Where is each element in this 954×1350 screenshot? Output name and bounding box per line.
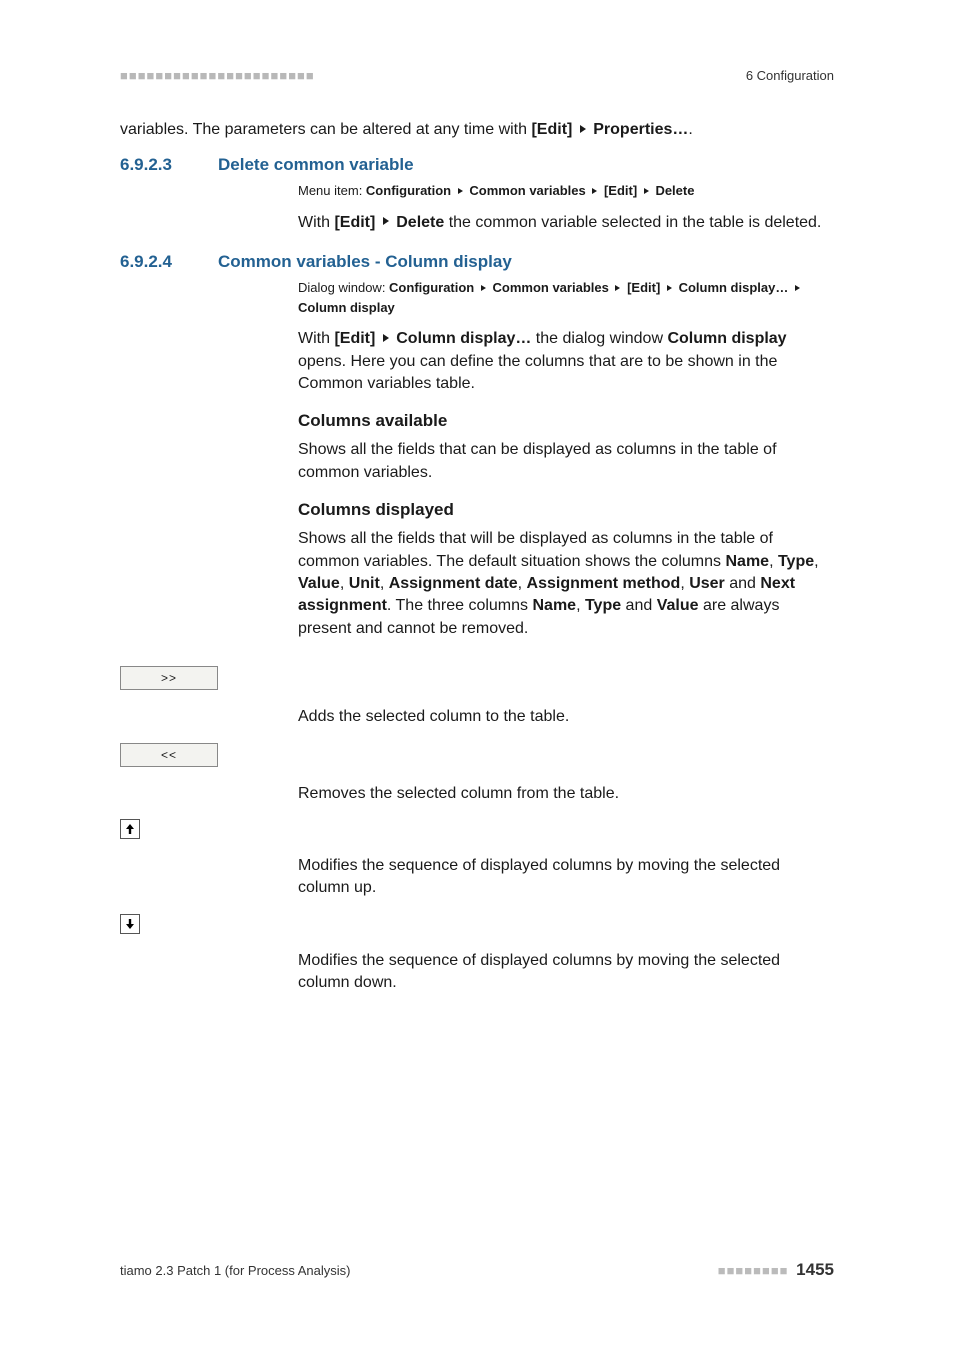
- header-decoration-left: ■■■■■■■■■■■■■■■■■■■■■■: [120, 68, 315, 83]
- columns-displayed-body: Shows all the fields that will be displa…: [298, 528, 834, 640]
- add-column-button[interactable]: >>: [120, 666, 218, 690]
- move-down-action: Modifies the sequence of displayed colum…: [120, 906, 834, 995]
- page-number: 1455: [796, 1260, 834, 1279]
- menu-prefix: Menu item:: [298, 183, 366, 198]
- triangle-icon: [615, 285, 620, 291]
- properties-label: Properties…: [593, 121, 688, 138]
- sep: ,: [576, 597, 585, 614]
- sep: ,: [814, 553, 818, 570]
- edit-label: [Edit]: [334, 330, 375, 347]
- menu-part: Common variables: [493, 280, 609, 295]
- section-heading-row: 6.9.2.3 Delete common variable: [120, 155, 834, 175]
- sep: ,: [340, 575, 349, 592]
- menu-part: [Edit]: [627, 280, 660, 295]
- column-display-window: Column display: [667, 330, 786, 347]
- menu-part: Column display…: [679, 280, 789, 295]
- triangle-icon: [795, 285, 800, 291]
- triangle-icon: [458, 188, 463, 194]
- text: opens. Here you can define the columns t…: [298, 353, 777, 392]
- menu-part: [Edit]: [604, 183, 637, 198]
- col-name: Value: [298, 575, 340, 592]
- sep: ,: [518, 575, 527, 592]
- add-column-action: >> Adds the selected column to the table…: [120, 658, 834, 728]
- triangle-icon: [481, 285, 486, 291]
- col-name: Value: [657, 597, 699, 614]
- dialog-path: Dialog window: Configuration Common vari…: [298, 278, 834, 318]
- menu-prefix: Dialog window:: [298, 280, 389, 295]
- section-6-9-2-3: 6.9.2.3 Delete common variable Menu item…: [120, 155, 834, 234]
- column-display-label: Column display…: [396, 330, 531, 347]
- delete-label: Delete: [396, 214, 444, 231]
- move-up-description: Modifies the sequence of displayed colum…: [298, 855, 834, 900]
- col-name: Assignment date: [389, 575, 518, 592]
- footer-right: ■■■■■■■■ 1455: [718, 1260, 834, 1280]
- section-title: Common variables - Column display: [218, 252, 512, 272]
- text: With: [298, 214, 334, 231]
- columns-displayed-heading: Columns displayed: [298, 500, 834, 520]
- col-name: Unit: [349, 575, 380, 592]
- columns-available-body: Shows all the fields that can be display…: [298, 439, 834, 484]
- menu-part: Column display: [298, 300, 395, 315]
- col-name: User: [689, 575, 725, 592]
- col-name: Name: [725, 553, 769, 570]
- intro-paragraph: variables. The parameters can be altered…: [120, 119, 834, 141]
- text: the dialog window: [531, 330, 667, 347]
- sep: ,: [680, 575, 689, 592]
- triangle-icon: [383, 334, 389, 342]
- sep: and: [621, 597, 657, 614]
- col-name: Name: [532, 597, 576, 614]
- section-heading-row: 6.9.2.4 Common variables - Column displa…: [120, 252, 834, 272]
- remove-column-action: << Removes the selected column from the …: [120, 735, 834, 805]
- content-area: variables. The parameters can be altered…: [120, 119, 834, 994]
- page: ■■■■■■■■■■■■■■■■■■■■■■ 6 Configuration v…: [0, 0, 954, 1350]
- sep: and: [725, 575, 761, 592]
- section-title: Delete common variable: [218, 155, 414, 175]
- edit-label: [Edit]: [531, 121, 572, 138]
- move-down-button[interactable]: [120, 914, 140, 934]
- arrow-down-icon: [124, 918, 136, 930]
- triangle-icon: [592, 188, 597, 194]
- section-number: 6.9.2.3: [120, 155, 218, 175]
- col-name: Type: [585, 597, 621, 614]
- columns-available-heading: Columns available: [298, 411, 834, 431]
- triangle-icon: [644, 188, 649, 194]
- menu-part: Configuration: [389, 280, 474, 295]
- triangle-icon: [580, 125, 586, 133]
- section-6-9-2-4: 6.9.2.4 Common variables - Column displa…: [120, 252, 834, 640]
- triangle-icon: [667, 285, 672, 291]
- footer-decoration: ■■■■■■■■: [718, 1263, 789, 1278]
- menu-part: Configuration: [366, 183, 451, 198]
- triangle-icon: [383, 217, 389, 225]
- sep: ,: [769, 553, 778, 570]
- section-paragraph: With [Edit] Delete the common variable s…: [298, 212, 834, 234]
- footer-product: tiamo 2.3 Patch 1 (for Process Analysis): [120, 1263, 350, 1278]
- text: the common variable selected in the tabl…: [444, 214, 821, 231]
- sep: ,: [380, 575, 389, 592]
- text: . The three columns: [387, 597, 533, 614]
- menu-path: Menu item: Configuration Common variable…: [298, 181, 834, 201]
- section-paragraph: With [Edit] Column display… the dialog w…: [298, 328, 834, 395]
- col-name: Assignment method: [527, 575, 681, 592]
- text: variables. The parameters can be altered…: [120, 121, 531, 138]
- add-column-description: Adds the selected column to the table.: [298, 706, 834, 728]
- text: With: [298, 330, 334, 347]
- remove-column-description: Removes the selected column from the tab…: [298, 783, 834, 805]
- menu-part: Delete: [655, 183, 694, 198]
- page-footer: tiamo 2.3 Patch 1 (for Process Analysis)…: [120, 1260, 834, 1280]
- move-up-button[interactable]: [120, 819, 140, 839]
- remove-column-button[interactable]: <<: [120, 743, 218, 767]
- move-up-action: Modifies the sequence of displayed colum…: [120, 811, 834, 900]
- section-number: 6.9.2.4: [120, 252, 218, 272]
- text: Shows all the fields that will be displa…: [298, 530, 773, 569]
- move-down-description: Modifies the sequence of displayed colum…: [298, 950, 834, 995]
- edit-label: [Edit]: [334, 214, 375, 231]
- arrow-up-icon: [124, 823, 136, 835]
- menu-part: Common variables: [469, 183, 585, 198]
- header-chapter: 6 Configuration: [746, 68, 834, 83]
- text: .: [688, 121, 692, 138]
- col-name: Type: [778, 553, 814, 570]
- page-header: ■■■■■■■■■■■■■■■■■■■■■■ 6 Configuration: [120, 68, 834, 83]
